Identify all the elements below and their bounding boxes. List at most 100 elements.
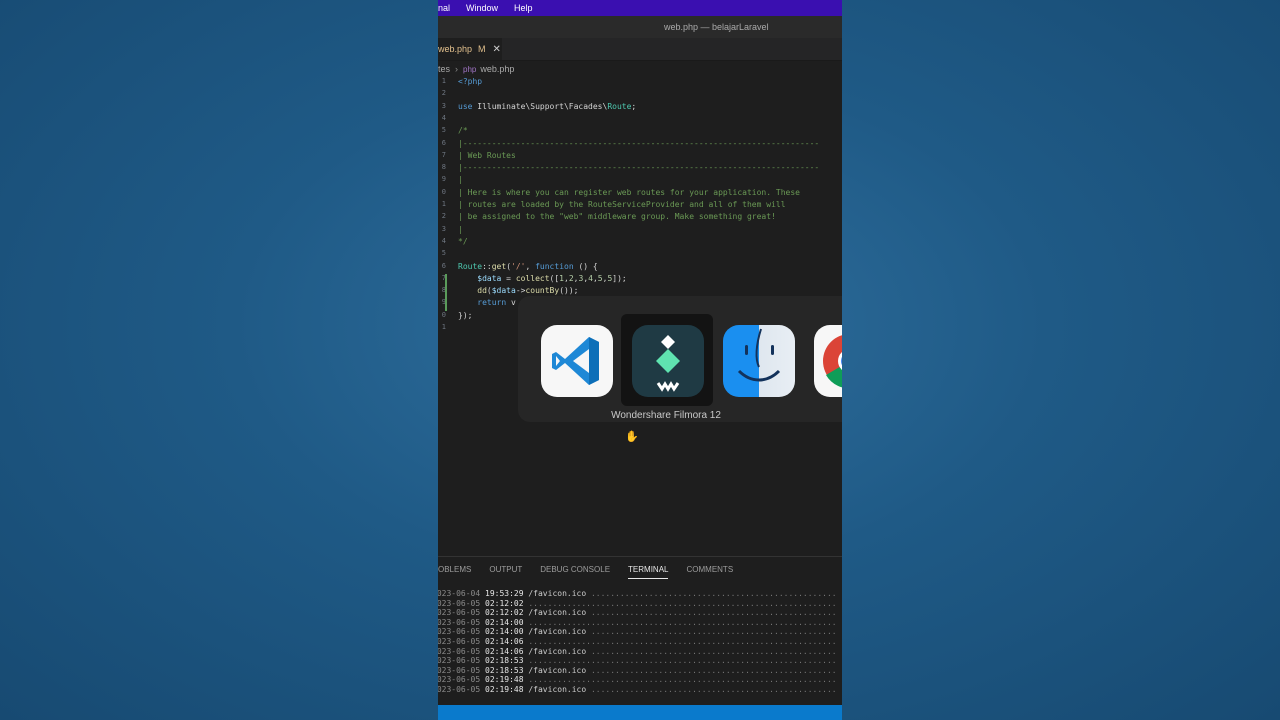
code-line: | [458, 175, 463, 184]
log-date: 2023-06-05 [438, 636, 481, 646]
code-token: | be assigned to the "web" middleware gr… [458, 212, 776, 222]
code-token: '/' [511, 261, 526, 271]
code-token: v [506, 298, 516, 308]
log-time: 02:18:53 [485, 665, 524, 675]
terminal-output[interactable]: 2023-06-04 19:53:29 /favicon.ico .......… [438, 589, 836, 695]
log-path: /favicon.ico [528, 589, 587, 598]
terminal-line: 2023-06-05 02:14:00 ....................… [438, 618, 836, 628]
line-number: 2 [441, 89, 446, 98]
line-number: 4 [441, 113, 446, 122]
code-line: |---------------------------------------… [458, 163, 819, 172]
code-line: use Illuminate\Support\Facades\Route; [458, 102, 636, 111]
panel-tab-output[interactable]: OUTPUT [489, 565, 522, 579]
code-token: function [535, 261, 574, 271]
menu-terminal[interactable]: nal [438, 3, 450, 13]
panel-tab-terminal[interactable]: TERMINAL [628, 565, 669, 579]
editor-tab-bar: web.php M ✕ [438, 38, 842, 61]
line-number: 3 [441, 101, 446, 110]
code-token: get [491, 261, 507, 271]
code-token: , [525, 261, 536, 271]
panel-tab-oblems[interactable]: OBLEMS [438, 565, 471, 579]
code-line: }); [458, 311, 472, 320]
code-line: return v [458, 298, 516, 307]
log-dots: ........................................… [590, 665, 836, 675]
line-number: 4 [441, 236, 446, 245]
code-token: Route [607, 101, 632, 111]
log-date: 2023-06-05 [438, 665, 481, 675]
panel-tab-comments[interactable]: COMMENTS [686, 565, 733, 579]
log-dots: ........................................… [528, 598, 836, 608]
log-date: 2023-06-05 [438, 646, 481, 656]
panel-tab-debug-console[interactable]: DEBUG CONSOLE [540, 565, 610, 579]
line-number: 2 [441, 212, 446, 221]
close-icon[interactable]: ✕ [493, 44, 501, 55]
terminal-line: 2023-06-05 02:14:06 ....................… [438, 637, 836, 647]
vscode-app-icon[interactable] [541, 325, 613, 397]
code-token: countBy [525, 286, 560, 296]
log-dots: ........................................… [590, 589, 836, 598]
tab-web-php[interactable]: web.php M ✕ [438, 38, 502, 60]
line-number: 1 [441, 323, 446, 331]
title-bar: web.php — belajarLaravel [438, 16, 842, 38]
code-token: $data [491, 286, 516, 296]
line-number: 8 [441, 163, 446, 172]
code-line: <?php [458, 77, 482, 86]
terminal-line: 2023-06-05 02:19:48 /favicon.ico .......… [438, 685, 836, 695]
code-token: | Web Routes [458, 150, 516, 160]
code-token: ([ [549, 273, 560, 283]
php-file-icon: php [463, 64, 477, 74]
code-line: dd($data->countBy()); [458, 286, 578, 295]
terminal-line: 2023-06-04 19:53:29 /favicon.ico .......… [438, 589, 836, 599]
menu-help[interactable]: Help [514, 3, 533, 13]
chrome-app-icon[interactable] [814, 325, 842, 397]
log-date: 2023-06-05 [438, 656, 481, 666]
code-line: | be assigned to the "web" middleware gr… [458, 212, 776, 221]
line-number: 1 [441, 200, 446, 208]
code-token: */ [458, 236, 468, 246]
panel-tabs: OBLEMS OUTPUT DEBUG CONSOLE TERMINAL COMMENT… [438, 565, 751, 579]
breadcrumb-file[interactable]: web.php [480, 64, 514, 74]
log-time: 02:19:48 [485, 675, 524, 685]
line-number: 6 [441, 261, 446, 270]
log-dots: ........................................… [528, 675, 836, 685]
log-time: 02:18:53 [485, 656, 524, 666]
menu-window[interactable]: Window [466, 3, 498, 13]
filmora-app-icon[interactable] [632, 325, 704, 397]
code-token: ]); [612, 273, 627, 283]
log-time: 02:12:02 [485, 598, 524, 608]
code-token: | [458, 175, 463, 185]
code-token: }); [458, 310, 473, 320]
breadcrumb-folder[interactable]: tes [438, 64, 450, 74]
terminal-line: 2023-06-05 02:12:02 ....................… [438, 599, 836, 609]
code-token: <?php [458, 77, 483, 86]
bottom-panel: OBLEMS OUTPUT DEBUG CONSOLE TERMINAL COMMENT… [438, 556, 842, 706]
line-number: 9 [441, 175, 446, 184]
code-token: :: [482, 261, 492, 271]
log-date: 2023-06-05 [438, 617, 481, 627]
log-dots: ........................................… [590, 646, 836, 656]
git-modified-gutter [445, 273, 447, 311]
code-token: ; [631, 101, 637, 111]
code-token: = [501, 273, 516, 283]
app-switcher-label: Wondershare Filmora 12 [611, 410, 721, 421]
code-token: ()); [559, 286, 579, 296]
log-date: 2023-06-05 [438, 608, 481, 618]
code-line: | Web Routes [458, 151, 516, 160]
chevron-right-icon: › [455, 64, 459, 74]
code-token: | routes are loaded by the RouteServiceP… [458, 200, 786, 209]
log-date: 2023-06-05 [438, 627, 481, 637]
code-token: $data [477, 273, 502, 283]
code-token: use [458, 101, 473, 111]
log-date: 2023-06-05 [438, 598, 481, 608]
hand-cursor-icon: ✋ [625, 431, 639, 443]
code-token: | Here is where you can register web rou… [458, 187, 800, 197]
log-path: /favicon.ico [528, 665, 587, 675]
code-token: Illuminate\Support\Facades\ [472, 101, 608, 111]
log-dots: ........................................… [528, 656, 836, 666]
terminal-line: 2023-06-05 02:19:48 ....................… [438, 675, 836, 685]
finder-app-icon[interactable] [723, 325, 795, 397]
terminal-line: 2023-06-05 02:18:53 /favicon.ico .......… [438, 666, 836, 676]
